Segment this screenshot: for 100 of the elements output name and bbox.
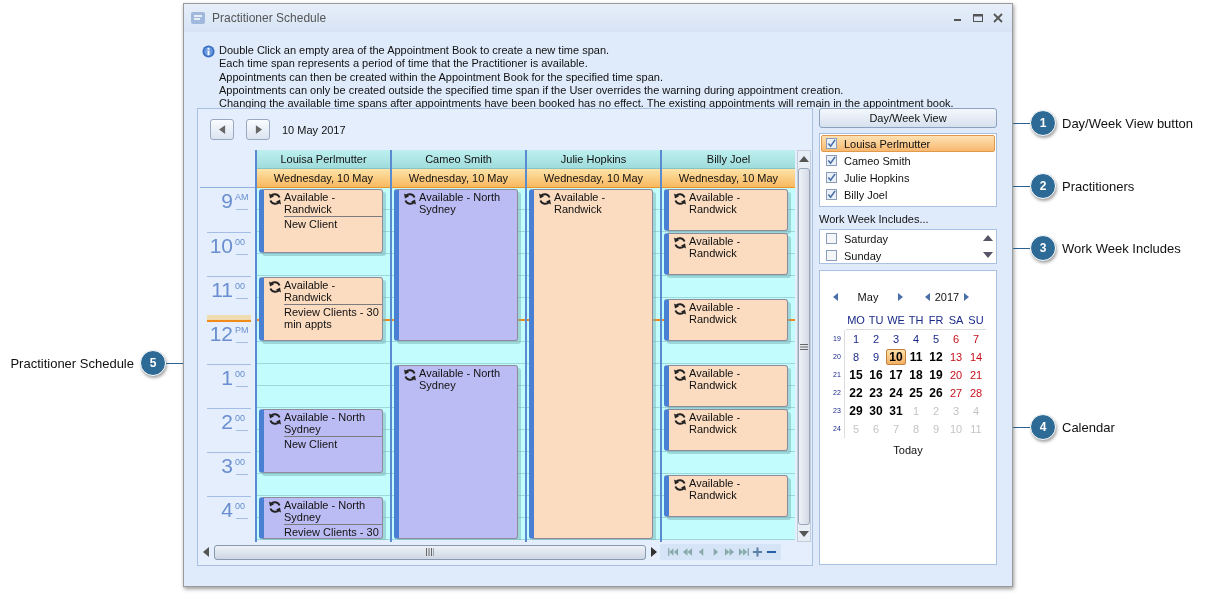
appointment-note: Review Clients - 30 min appts bbox=[284, 304, 382, 330]
practitioner-item[interactable]: Cameo Smith bbox=[821, 152, 995, 169]
next-month-icon[interactable] bbox=[898, 293, 903, 301]
calendar-day[interactable]: 20 bbox=[947, 367, 965, 383]
calendar-day[interactable]: 17 bbox=[887, 367, 905, 383]
weekday-item[interactable]: Saturday bbox=[821, 230, 980, 247]
minutes-label: 00 bbox=[235, 281, 246, 291]
calendar-day[interactable]: 12 bbox=[927, 349, 945, 365]
info-text: Appointments can only be created outside the specified time span if the User overrides the warning during appointment creation. bbox=[219, 83, 845, 98]
calendar-day[interactable]: 30 bbox=[867, 403, 885, 419]
calendar-day[interactable]: 31 bbox=[887, 403, 905, 419]
scroll-up-icon[interactable] bbox=[799, 156, 809, 162]
maximize-icon[interactable] bbox=[972, 12, 984, 24]
appointment[interactable]: Available - Randwick bbox=[664, 299, 788, 341]
close-icon[interactable] bbox=[992, 12, 1004, 24]
previous-month-icon[interactable] bbox=[833, 293, 838, 301]
previous-button[interactable] bbox=[210, 119, 234, 140]
calendar-day[interactable]: 18 bbox=[907, 367, 925, 383]
month-label[interactable]: May bbox=[838, 291, 898, 303]
hour-label: 1 bbox=[221, 366, 233, 391]
calendar-day[interactable]: 6 bbox=[950, 331, 962, 347]
appointment-title: Available - North Sydney bbox=[284, 499, 367, 523]
practitioner-item[interactable]: Billy Joel bbox=[821, 186, 995, 203]
day-column[interactable]: Available - Randwick Available - Randwick Available - Randwick Available - Randwick Available - Randwick Available - Randwick bbox=[662, 188, 795, 540]
checkbox[interactable] bbox=[826, 189, 837, 200]
calendar-day[interactable]: 2 bbox=[870, 331, 882, 347]
scroll-down-icon[interactable] bbox=[983, 252, 993, 258]
calendar-day[interactable]: 5 bbox=[930, 331, 942, 347]
hour-label: 2 bbox=[221, 410, 233, 435]
plus-icon[interactable] bbox=[752, 547, 763, 557]
checkbox[interactable] bbox=[826, 155, 837, 166]
appointment[interactable]: Available - Randwick bbox=[664, 365, 788, 407]
checkbox[interactable] bbox=[826, 250, 837, 261]
calendar-day[interactable]: 22 bbox=[847, 385, 865, 401]
day-week-view-button[interactable]: Day/Week View bbox=[819, 108, 997, 128]
next-button[interactable] bbox=[246, 119, 270, 140]
callout-number: 5 bbox=[140, 350, 166, 376]
scroll-down-icon[interactable] bbox=[799, 531, 809, 537]
appointment[interactable]: Available - North Sydney bbox=[394, 365, 518, 539]
calendar-day[interactable]: 11 bbox=[907, 349, 925, 365]
leader-line bbox=[1013, 122, 1030, 124]
appointment[interactable]: Available - North Sydney New Client bbox=[259, 409, 383, 473]
calendar-day[interactable]: 14 bbox=[967, 349, 985, 365]
scroll-thumb[interactable] bbox=[798, 168, 810, 525]
day-column[interactable]: Available - North Sydney Available - North Sydney bbox=[392, 188, 525, 540]
appointment[interactable]: Available - Randwick New Client bbox=[259, 189, 383, 253]
day-column[interactable]: Available - Randwick New Client Available - Randwick Review Clients - 30 min appts Available - North Sydney New Client Available - North Sydney Review Clients - 30 bbox=[257, 188, 390, 540]
hour-label: 10 bbox=[209, 234, 233, 259]
calendar-day[interactable]: 7 bbox=[970, 331, 982, 347]
vertical-scrollbar[interactable] bbox=[797, 150, 811, 542]
calendar-day[interactable]: 29 bbox=[847, 403, 865, 419]
scroll-left-icon[interactable] bbox=[203, 547, 209, 557]
weekday-item[interactable]: Sunday bbox=[821, 247, 980, 264]
appointment-title: Available - Randwick bbox=[689, 411, 742, 435]
calendar-day[interactable]: 10 bbox=[886, 349, 906, 365]
calendar-day[interactable]: 3 bbox=[890, 331, 902, 347]
callout-number: 3 bbox=[1030, 235, 1056, 261]
checkbox[interactable] bbox=[826, 172, 837, 183]
recurrence-icon bbox=[268, 280, 282, 294]
appointment[interactable]: Available - Randwick Review Clients - 30 min appts bbox=[259, 277, 383, 341]
appointment[interactable]: Available - North Sydney Review Clients - 30 bbox=[259, 497, 383, 539]
callout-label: Day/Week View button bbox=[1062, 115, 1194, 131]
practitioner-item[interactable]: Louisa Perlmutter bbox=[821, 135, 995, 152]
year-label[interactable]: 2017 bbox=[930, 291, 964, 303]
previous-year-icon[interactable] bbox=[925, 293, 930, 301]
calendar-day[interactable]: 21 bbox=[967, 367, 985, 383]
calendar-day[interactable]: 25 bbox=[907, 385, 925, 401]
appointment[interactable]: Available - North Sydney bbox=[394, 189, 518, 341]
calendar-day[interactable]: 23 bbox=[867, 385, 885, 401]
scroll-right-icon[interactable] bbox=[651, 547, 657, 557]
minutes-label: 00 bbox=[235, 501, 246, 511]
weekday-label: WE bbox=[886, 313, 906, 328]
appointment[interactable]: Available - Randwick bbox=[664, 475, 788, 517]
calendar-day[interactable]: 27 bbox=[947, 385, 965, 401]
recurrence-icon bbox=[403, 368, 417, 382]
calendar-day[interactable]: 13 bbox=[947, 349, 965, 365]
calendar-day[interactable]: 9 bbox=[870, 349, 882, 365]
recurrence-icon bbox=[673, 478, 687, 492]
calendar-day[interactable]: 8 bbox=[850, 349, 862, 365]
scroll-up-icon[interactable] bbox=[983, 235, 993, 241]
appointment[interactable]: Available - Randwick bbox=[664, 409, 788, 451]
calendar-day[interactable]: 19 bbox=[927, 367, 945, 383]
calendar-day[interactable]: 4 bbox=[910, 331, 922, 347]
appointment-title: Available - North Sydney bbox=[284, 411, 367, 435]
checkbox[interactable] bbox=[826, 138, 837, 149]
checkbox[interactable] bbox=[826, 233, 837, 244]
window-title: Practitioner Schedule bbox=[212, 11, 328, 25]
calendar-day[interactable]: 15 bbox=[847, 367, 865, 383]
calendar-day[interactable]: 16 bbox=[867, 367, 885, 383]
today-button[interactable]: Today bbox=[893, 444, 923, 456]
date-header: Wednesday, 10 May bbox=[662, 169, 795, 188]
next-year-icon[interactable] bbox=[964, 293, 969, 301]
calendar-day[interactable]: 24 bbox=[887, 385, 905, 401]
calendar-day[interactable]: 28 bbox=[967, 385, 985, 401]
callout-label: Practitioner Schedule bbox=[10, 355, 134, 371]
appointment[interactable]: Available - Randwick bbox=[664, 189, 788, 231]
calendar-day[interactable]: 1 bbox=[850, 331, 862, 347]
calendar-day[interactable]: 26 bbox=[927, 385, 945, 401]
appointment[interactable]: Available - Randwick bbox=[664, 233, 788, 275]
practitioner-item[interactable]: Julie Hopkins bbox=[821, 169, 995, 186]
